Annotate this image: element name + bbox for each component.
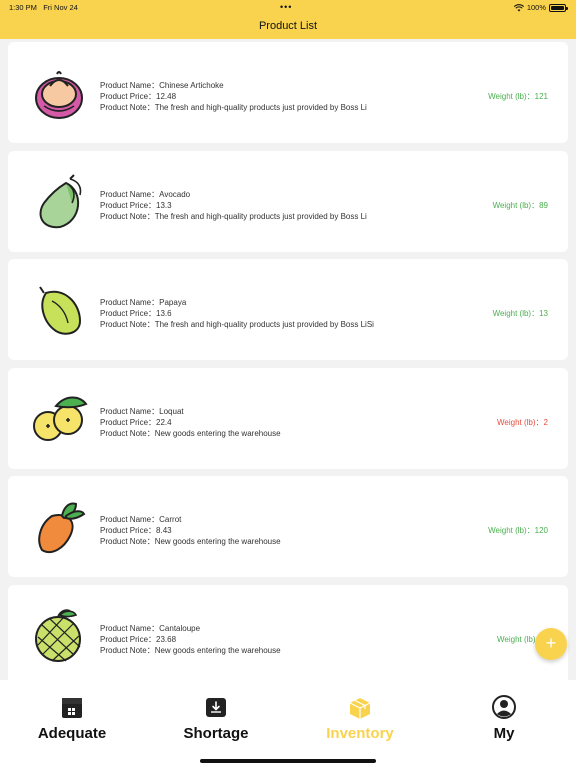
- inbox-download-icon: [206, 698, 226, 717]
- product-price: Product Price：13.3: [100, 200, 172, 210]
- store-icon: [62, 698, 82, 718]
- product-note: Product Note：The fresh and high-quality …: [100, 320, 374, 329]
- product-name: Product Name：Chinese Artichoke: [100, 81, 224, 90]
- tab-my[interactable]: My: [432, 694, 576, 742]
- product-name: Product Name：Cantaloupe: [100, 623, 201, 633]
- product-info: Product Name：Cantaloupe Product Price：23.…: [100, 623, 281, 656]
- status-right: 100%: [513, 3, 568, 12]
- multitask-dots-icon[interactable]: •••: [280, 2, 292, 12]
- product-info: Product Name：Avocado Product Price：13.3 Pr…: [100, 189, 367, 222]
- loquat-icon: [33, 396, 88, 441]
- battery-icon: [549, 3, 568, 12]
- product-card[interactable]: Product Name：Chinese Artichoke Product Pr…: [8, 42, 568, 143]
- product-price: Product Price：22.4: [100, 417, 172, 427]
- tab-label: Shortage: [183, 725, 249, 742]
- status-bar: 1:30 PM Fri Nov 24 ••• 100%: [0, 2, 576, 15]
- product-price: Product Price：12.48: [100, 92, 177, 101]
- product-card[interactable]: Product Name：Loquat Product Price：22.4 Pro…: [8, 367, 568, 469]
- add-product-button[interactable]: +: [535, 628, 567, 660]
- home-indicator: [200, 759, 376, 763]
- product-weight: Weight (lb)：2: [497, 417, 548, 427]
- product-note: Product Note：The fresh and high-quality …: [100, 211, 367, 221]
- user-icon: [492, 695, 516, 719]
- product-note: Product Note：New goods entering the ware…: [100, 645, 281, 655]
- product-note: Product Note：The fresh and high-quality …: [100, 103, 367, 112]
- product-list[interactable]: Product Name：Chinese Artichoke Product Pr…: [0, 39, 576, 680]
- avocado-icon: [39, 173, 82, 228]
- carrot-icon: [38, 502, 86, 554]
- product-card[interactable]: Product Name：Papaya Product Price：13.6 Pro…: [8, 259, 568, 360]
- tab-inventory[interactable]: Inventory: [288, 694, 432, 742]
- wifi-icon: [513, 3, 524, 11]
- product-note: Product Note：New goods entering the ware…: [100, 428, 281, 438]
- cantaloupe-icon: [35, 608, 81, 662]
- top-bar: 1:30 PM Fri Nov 24 ••• 100% Product List: [0, 0, 576, 39]
- product-card[interactable]: Product Name：Carrot Product Price：8.43 Pro…: [8, 476, 568, 577]
- product-weight: Weight (lb)：89: [492, 200, 548, 210]
- tab-bar: Adequate Shortage Inventory My: [0, 680, 576, 768]
- artichoke-icon: [35, 71, 83, 119]
- tab-label: Adequate: [37, 725, 107, 742]
- product-price: Product Price：23.68: [100, 634, 177, 644]
- product-info: Product Name：Papaya Product Price：13.6 Pro…: [100, 297, 374, 330]
- product-card[interactable]: Product Name：Cantaloupe Product Price：23.…: [8, 584, 568, 680]
- product-weight: Weight (lb)：120: [488, 526, 548, 535]
- product-price: Product Price：8.43: [100, 526, 172, 535]
- page-title: Product List: [258, 20, 318, 32]
- status-time: 1:30 PM Fri Nov 24: [9, 3, 78, 12]
- box-icon: [349, 698, 371, 719]
- tab-label: My: [493, 725, 515, 742]
- product-name: Product Name：Loquat: [100, 406, 184, 416]
- tab-adequate[interactable]: Adequate: [0, 694, 144, 742]
- product-weight: Weight (lb)：121: [488, 92, 548, 101]
- product-name: Product Name：Papaya: [100, 298, 187, 307]
- product-price: Product Price：13.6: [100, 309, 172, 318]
- product-info: Product Name：Carrot Product Price：8.43 Pro…: [100, 514, 281, 547]
- tab-shortage[interactable]: Shortage: [144, 694, 288, 742]
- battery-percent: 100%: [526, 3, 546, 12]
- tab-label: Inventory: [326, 725, 394, 742]
- product-card[interactable]: Product Name：Avocado Product Price：13.3 Pr…: [8, 150, 568, 252]
- product-info: Product Name：Loquat Product Price：22.4 Pro…: [100, 406, 281, 439]
- product-note: Product Note：New goods entering the ware…: [100, 537, 281, 546]
- product-info: Product Name：Chinese Artichoke Product Pr…: [100, 80, 367, 113]
- papaya-icon: [39, 286, 82, 335]
- product-weight: Weight (lb)：13: [492, 309, 548, 318]
- product-name: Product Name：Avocado: [100, 189, 191, 199]
- product-name: Product Name：Carrot: [100, 515, 182, 524]
